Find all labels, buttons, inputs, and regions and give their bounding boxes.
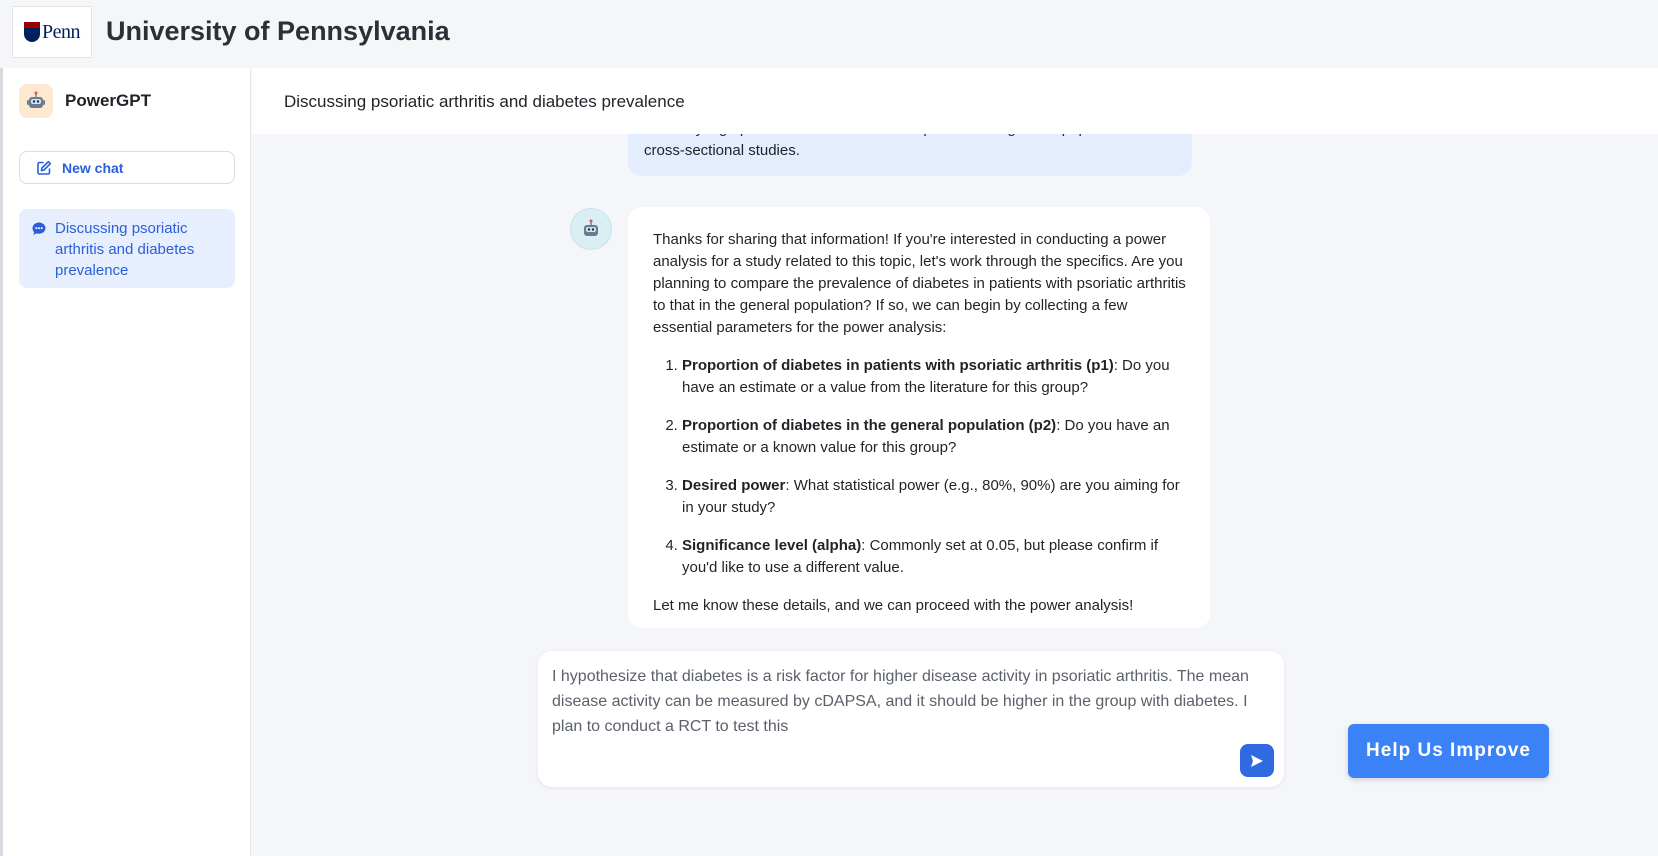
list-item: Proportion of diabetes in patients with … [682,355,1186,399]
send-button[interactable] [1240,744,1274,777]
new-chat-button[interactable]: New chat [19,151,235,184]
list-item-title: Proportion of diabetes in the general po… [682,417,1057,434]
message-input[interactable]: I hypothesize that diabetes is a risk fa… [552,664,1268,744]
assistant-avatar [570,208,612,250]
conversation-label: Discussing psoriatic arthritis and diabe… [55,220,195,279]
app-name: PowerGPT [65,91,151,110]
list-item: Significance level (alpha): Commonly set… [682,535,1186,579]
penn-shield-icon [24,22,40,42]
assistant-message: Thanks for sharing that information! If … [628,207,1210,628]
list-item-title: Desired power [682,477,786,494]
penn-logo-text: Penn [42,20,81,43]
list-item-title: Significance level (alpha) [682,537,862,554]
list-item: Desired power: What statistical power (e… [682,475,1186,519]
penn-logo: Penn [12,6,92,58]
list-item: Proportion of diabetes in the general po… [682,415,1186,459]
robot-icon [584,219,598,236]
list-item-title: Proportion of diabetes in patients with … [682,357,1114,374]
assistant-outro: Let me know these details, and we can pr… [653,597,1134,614]
assistant-intro: Thanks for sharing that information! If … [653,231,1186,336]
top-header: Penn University of Pennsylvania [0,0,1658,68]
brand: PowerGPT [19,84,151,118]
robot-icon [19,84,53,118]
message-composer: I hypothesize that diabetes is a risk fa… [538,651,1284,787]
chat-header: Discussing psoriatic arthritis and diabe… [252,68,1658,134]
sidebar-conversation-item[interactable]: Discussing psoriatic arthritis and diabe… [19,209,235,288]
new-chat-label: New chat [62,159,124,176]
assistant-parameter-list: Proportion of diabetes in patients with … [653,355,1186,579]
university-title: University of Pennsylvania [106,16,450,46]
edit-icon [37,160,52,175]
send-icon [1251,754,1263,767]
sidebar: PowerGPT New chat Discussing psoriatic a… [3,68,251,856]
chat-title: Discussing psoriatic arthritis and diabe… [284,92,685,111]
help-us-improve-button[interactable]: Help Us Improve [1348,724,1549,778]
chat-bubble-icon [32,222,46,235]
